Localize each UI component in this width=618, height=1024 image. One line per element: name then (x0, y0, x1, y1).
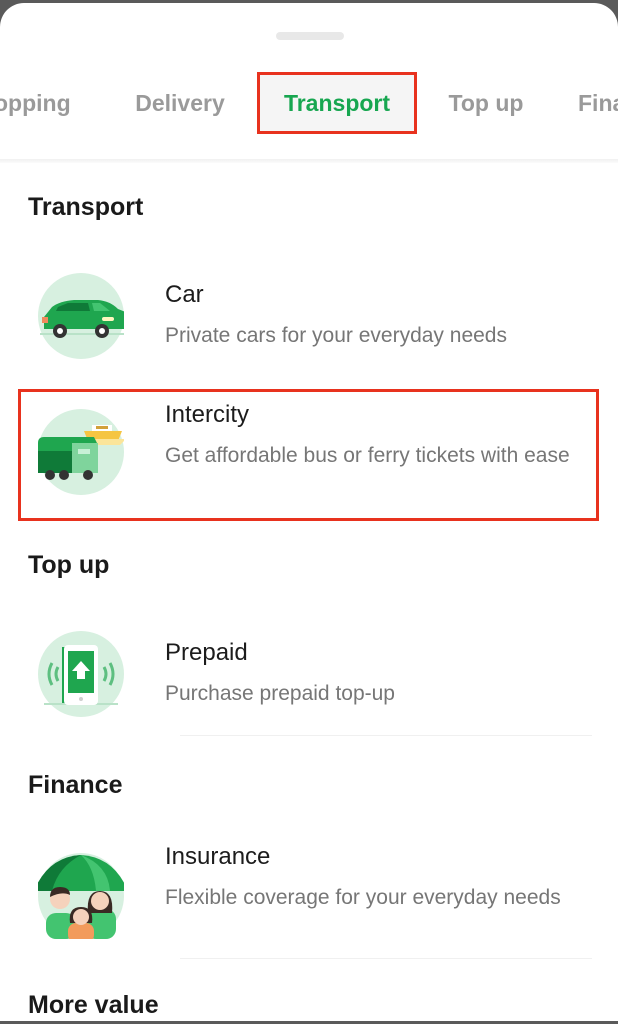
item-description: Purchase prepaid top-up (165, 682, 395, 705)
umbrella-family-icon (34, 853, 128, 943)
tab-top-up[interactable]: Top up (436, 75, 536, 131)
tabs-divider (0, 159, 618, 163)
section-title-more-value: More value (28, 991, 159, 1019)
tab-delivery[interactable]: Delivery (120, 75, 240, 131)
section-title-top-up: Top up (28, 551, 110, 579)
drag-handle[interactable] (276, 32, 344, 40)
item-title: Car (165, 281, 204, 308)
bus-ferry-icon (38, 409, 126, 495)
category-tabs: opping Delivery Transport Top up Fina (0, 63, 618, 155)
car-icon (38, 273, 128, 359)
item-divider (180, 958, 592, 959)
item-title: Prepaid (165, 639, 248, 666)
item-description: Private cars for your everyday needs (165, 324, 507, 347)
service-item-intercity[interactable]: Intercity Get affordable bus or ferry ti… (0, 391, 618, 519)
service-item-insurance[interactable]: Insurance Flexible coverage for your eve… (0, 833, 618, 953)
item-divider (180, 735, 592, 736)
tab-finance[interactable]: Fina (578, 75, 618, 131)
service-item-prepaid[interactable]: Prepaid Purchase prepaid top-up (0, 629, 618, 729)
bottom-sheet: opping Delivery Transport Top up Fina Tr… (0, 3, 618, 1024)
section-title-finance: Finance (28, 771, 123, 799)
service-item-car[interactable]: Car Private cars for your everyday needs (0, 271, 618, 371)
item-description: Flexible coverage for your everyday need… (165, 886, 561, 909)
phone-topup-icon (38, 631, 124, 717)
item-title: Insurance (165, 843, 271, 870)
tab-shopping[interactable]: opping (0, 75, 86, 131)
section-title-transport: Transport (28, 193, 144, 221)
tab-transport[interactable]: Transport (257, 72, 417, 134)
item-description: Get affordable bus or ferry tickets with… (165, 444, 570, 467)
item-title: Intercity (165, 401, 250, 428)
